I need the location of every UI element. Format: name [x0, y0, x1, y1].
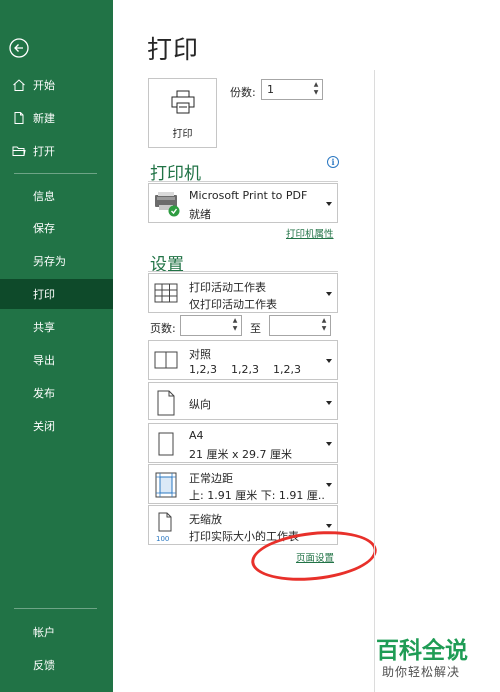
pages-to-label: 至 [250, 322, 261, 335]
margins-line2: 上: 1.91 厘米 下: 1.91 厘... [189, 489, 324, 502]
nav-new-label: 新建 [33, 112, 55, 125]
printer-status: 就绪 [189, 208, 211, 221]
print-scope-dropdown[interactable]: 打印活动工作表 仅打印活动工作表 [148, 273, 338, 313]
preview-divider [374, 70, 375, 692]
printer-name: Microsoft Print to PDF [189, 189, 308, 202]
scaling-line1: 无缩放 [189, 513, 222, 526]
chevron-down-icon [326, 202, 332, 206]
pages-to-input[interactable]: ▲ ▼ [269, 315, 331, 336]
orientation-dropdown[interactable]: 纵向 [148, 382, 338, 420]
printer-section-underline [148, 181, 338, 182]
nav-info-label: 信息 [33, 190, 55, 203]
nav-save-label: 保存 [33, 222, 55, 235]
pages-from-input[interactable]: ▲ ▼ [180, 315, 242, 336]
watermark-subtitle: 助你轻松解决 [382, 665, 461, 679]
collate-dropdown[interactable]: 对照 1,2,3 1,2,3 1,2,3 [148, 340, 338, 380]
nav-share-label: 共享 [33, 321, 55, 334]
sidebar-divider [14, 173, 97, 174]
margins-dropdown[interactable]: 正常边距 上: 1.91 厘米 下: 1.91 厘... [148, 464, 338, 504]
nav-info[interactable]: 信息 [0, 181, 113, 211]
nav-feedback[interactable]: 反馈 [0, 650, 113, 680]
pages-label: 页数: [150, 322, 176, 335]
chevron-down-icon [326, 524, 332, 528]
back-arrow-icon[interactable] [8, 37, 30, 59]
paper-size-line2: 21 厘米 x 29.7 厘米 [189, 448, 292, 461]
info-icon[interactable]: i [327, 156, 339, 168]
backstage-sidebar: 开始 新建 打开 信息 保存 另存为 打印 共享 导出 发布 关闭 帐户 反馈 [0, 0, 113, 692]
paper-size-icon [158, 432, 174, 456]
nav-export-label: 导出 [33, 354, 55, 367]
print-button-label: 打印 [172, 129, 193, 140]
printer-icon [171, 90, 195, 114]
chevron-down-icon [326, 483, 332, 487]
spin-up-icon[interactable]: ▲ [312, 81, 320, 89]
paper-size-line1: A4 [189, 429, 204, 442]
nav-close[interactable]: 关闭 [0, 411, 113, 441]
print-scope-line1: 打印活动工作表 [189, 281, 266, 294]
nav-save[interactable]: 保存 [0, 213, 113, 243]
spin-up-icon[interactable]: ▲ [320, 317, 328, 325]
collate-pages-icon [154, 351, 178, 369]
nav-account-label: 帐户 [33, 626, 55, 639]
margins-line1: 正常边距 [189, 472, 233, 485]
nav-print-label: 打印 [33, 288, 55, 301]
spin-down-icon[interactable]: ▼ [320, 325, 328, 333]
nav-open[interactable]: 打开 [0, 136, 113, 166]
nav-account[interactable]: 帐户 [0, 617, 113, 647]
paper-size-dropdown[interactable]: A4 21 厘米 x 29.7 厘米 [148, 423, 338, 463]
orientation-value: 纵向 [189, 398, 211, 411]
page-title: 打印 [147, 35, 200, 64]
collate-line2: 1,2,3 1,2,3 1,2,3 [189, 363, 301, 376]
nav-print[interactable]: 打印 [0, 279, 113, 309]
print-button[interactable]: 打印 [148, 78, 217, 148]
settings-section-underline [148, 271, 338, 272]
collate-line1: 对照 [189, 348, 211, 361]
nav-share[interactable]: 共享 [0, 312, 113, 342]
nav-new[interactable]: 新建 [0, 103, 113, 133]
copies-input[interactable]: 1 ▲ ▼ [261, 79, 323, 100]
portrait-page-icon [157, 390, 175, 416]
margins-icon [155, 472, 177, 498]
nav-publish-label: 发布 [33, 387, 55, 400]
nav-publish[interactable]: 发布 [0, 378, 113, 408]
chevron-down-icon [326, 442, 332, 446]
copies-value: 1 [267, 83, 274, 96]
nav-export[interactable]: 导出 [0, 345, 113, 375]
nav-feedback-label: 反馈 [33, 659, 55, 672]
watermark-title: 百科全说 [376, 638, 468, 664]
new-doc-icon [14, 112, 24, 124]
scaling-page-icon: 100 [156, 512, 172, 542]
print-scope-line2: 仅打印活动工作表 [189, 298, 277, 311]
nav-save-as-label: 另存为 [33, 255, 66, 268]
printer-properties-link[interactable]: 打印机属性 [286, 226, 334, 240]
printer-device-icon [155, 192, 180, 217]
spin-up-icon[interactable]: ▲ [231, 317, 239, 325]
home-icon [13, 79, 25, 91]
nav-save-as[interactable]: 另存为 [0, 246, 113, 276]
nav-home-label: 开始 [33, 79, 55, 92]
spin-down-icon[interactable]: ▼ [231, 325, 239, 333]
sidebar-divider-bottom [14, 608, 97, 609]
nav-home[interactable]: 开始 [0, 70, 113, 100]
nav-close-label: 关闭 [33, 420, 55, 433]
chevron-down-icon [326, 359, 332, 363]
pages-from-spinner[interactable]: ▲ ▼ [231, 317, 239, 334]
spin-down-icon[interactable]: ▼ [312, 89, 320, 97]
printer-dropdown[interactable]: Microsoft Print to PDF 就绪 [148, 183, 338, 223]
nav-open-label: 打开 [33, 145, 55, 158]
chevron-down-icon [326, 292, 332, 296]
copies-label: 份数: [230, 86, 256, 99]
worksheet-grid-icon [154, 283, 178, 303]
chevron-down-icon [326, 401, 332, 405]
folder-icon [12, 146, 26, 156]
copies-spinner[interactable]: ▲ ▼ [312, 81, 320, 98]
pages-to-spinner[interactable]: ▲ ▼ [320, 317, 328, 334]
scaling-icon-text: 100 [156, 535, 169, 542]
